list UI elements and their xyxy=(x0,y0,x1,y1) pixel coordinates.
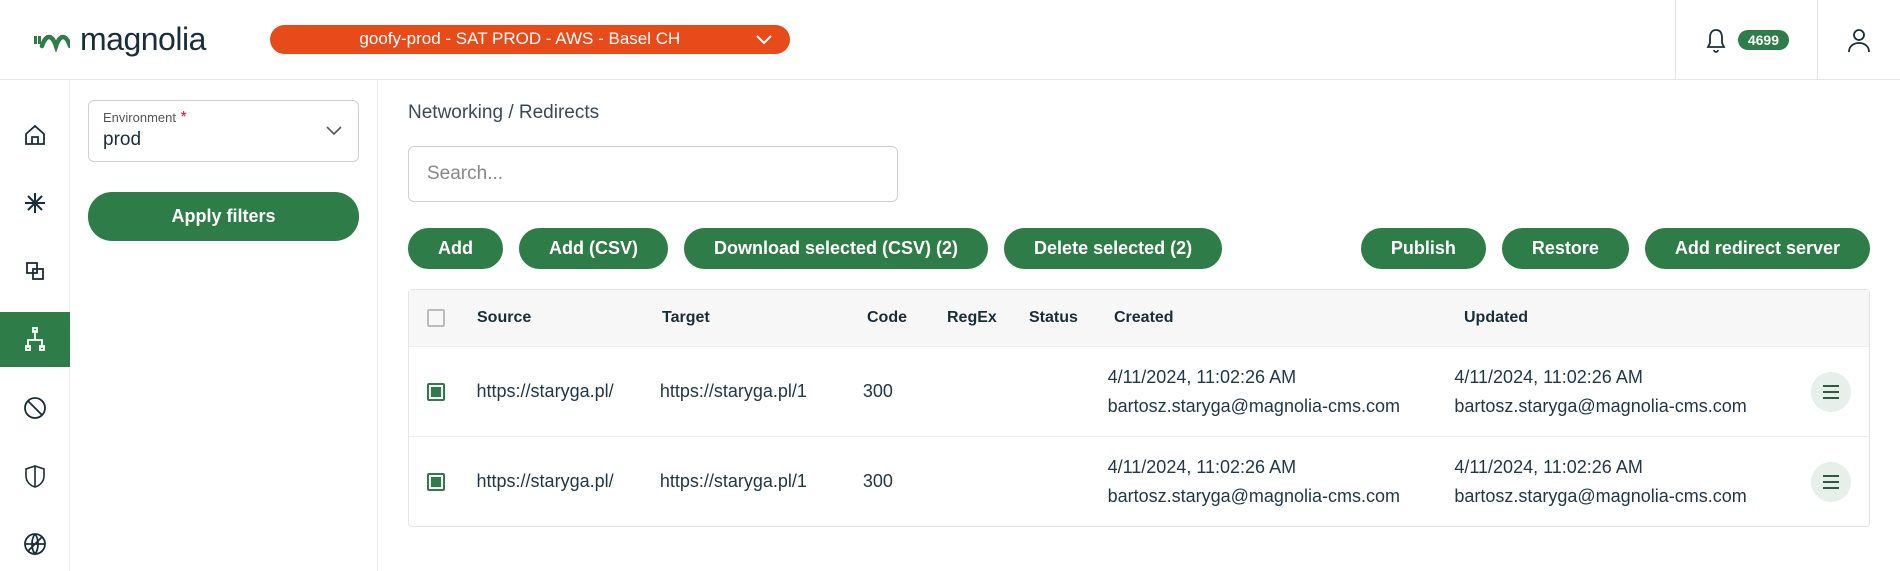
nav-globe-x[interactable] xyxy=(0,517,70,571)
col-regex: RegEx xyxy=(947,309,1029,327)
main-content: Networking / Redirects Add Add (CSV) Dow… xyxy=(378,80,1900,571)
col-target: Target xyxy=(662,309,867,327)
updated-date: 4/11/2024, 11:02:26 AM xyxy=(1454,455,1811,479)
redirects-table: Source Target Code RegEx Status Created … xyxy=(408,289,1870,527)
created-date: 4/11/2024, 11:02:26 AM xyxy=(1108,365,1455,389)
download-selected-button[interactable]: Download selected (CSV) (2) xyxy=(684,228,988,269)
notifications[interactable]: 4699 xyxy=(1675,0,1817,79)
search-input-wrap[interactable] xyxy=(408,146,898,202)
col-updated: Updated xyxy=(1464,309,1824,327)
field-label: Environment xyxy=(103,110,176,125)
row-checkbox[interactable] xyxy=(427,383,445,401)
add-button[interactable]: Add xyxy=(408,228,503,269)
delete-selected-button[interactable]: Delete selected (2) xyxy=(1004,228,1222,269)
user-menu[interactable] xyxy=(1817,0,1900,79)
environment-selector[interactable]: goofy-prod - SAT PROD - AWS - Basel CH xyxy=(270,25,790,54)
nav-globe-blocked[interactable] xyxy=(0,381,70,435)
chevron-down-icon xyxy=(756,35,772,45)
nav-shield[interactable] xyxy=(0,449,70,503)
logo[interactable]: magnolia xyxy=(0,21,240,58)
search-input[interactable] xyxy=(427,163,879,185)
user-icon xyxy=(1846,27,1872,53)
table-row[interactable]: https://staryga.pl/ https://staryga.pl/1… xyxy=(409,346,1869,436)
created-by: bartosz.staryga@magnolia-cms.com xyxy=(1108,484,1455,508)
logo-icon xyxy=(34,28,70,52)
updated-date: 4/11/2024, 11:02:26 AM xyxy=(1454,365,1811,389)
nav-asterisk[interactable] xyxy=(0,176,70,230)
cell-source: https://staryga.pl/ xyxy=(477,381,660,402)
notification-count: 4699 xyxy=(1738,30,1789,50)
row-menu-button[interactable] xyxy=(1811,372,1851,412)
col-created: Created xyxy=(1114,309,1464,327)
environment-label: goofy-prod - SAT PROD - AWS - Basel CH xyxy=(359,29,680,48)
action-toolbar: Add Add (CSV) Download selected (CSV) (2… xyxy=(408,228,1870,269)
updated-by: bartosz.staryga@magnolia-cms.com xyxy=(1454,394,1811,418)
nav-home[interactable] xyxy=(0,108,70,162)
bell-icon xyxy=(1704,27,1728,53)
field-value: prod xyxy=(103,129,344,151)
cell-code: 300 xyxy=(863,471,942,492)
created-date: 4/11/2024, 11:02:26 AM xyxy=(1108,455,1455,479)
col-source: Source xyxy=(477,309,662,327)
nav-networking[interactable] xyxy=(0,312,70,366)
cell-created: 4/11/2024, 11:02:26 AM bartosz.staryga@m… xyxy=(1108,365,1455,418)
cell-target: https://staryga.pl/1 xyxy=(660,381,863,402)
updated-by: bartosz.staryga@magnolia-cms.com xyxy=(1454,484,1811,508)
restore-button[interactable]: Restore xyxy=(1502,228,1629,269)
add-csv-button[interactable]: Add (CSV) xyxy=(519,228,668,269)
cell-updated: 4/11/2024, 11:02:26 AM bartosz.staryga@m… xyxy=(1454,455,1811,508)
menu-icon xyxy=(1821,474,1841,490)
cell-source: https://staryga.pl/ xyxy=(477,471,660,492)
cell-code: 300 xyxy=(863,381,942,402)
nav-layers[interactable] xyxy=(0,244,70,298)
chevron-down-icon xyxy=(326,126,342,136)
logo-text: magnolia xyxy=(80,21,206,58)
cell-created: 4/11/2024, 11:02:26 AM bartosz.staryga@m… xyxy=(1108,455,1455,508)
row-checkbox[interactable] xyxy=(427,473,445,491)
nav-rail xyxy=(0,80,70,571)
breadcrumb: Networking / Redirects xyxy=(408,102,1870,124)
table-header: Source Target Code RegEx Status Created … xyxy=(409,290,1869,346)
created-by: bartosz.staryga@magnolia-cms.com xyxy=(1108,394,1455,418)
topbar: magnolia goofy-prod - SAT PROD - AWS - B… xyxy=(0,0,1900,80)
add-redirect-server-button[interactable]: Add redirect server xyxy=(1645,228,1870,269)
cell-target: https://staryga.pl/1 xyxy=(660,471,863,492)
menu-icon xyxy=(1821,384,1841,400)
publish-button[interactable]: Publish xyxy=(1361,228,1486,269)
required-mark: * xyxy=(180,109,186,126)
row-menu-button[interactable] xyxy=(1811,462,1851,502)
select-all-checkbox[interactable] xyxy=(427,309,445,327)
environment-select[interactable]: Environment * prod xyxy=(88,100,359,162)
col-status: Status xyxy=(1029,309,1114,327)
filter-panel: Environment * prod Apply filters xyxy=(70,80,378,571)
cell-updated: 4/11/2024, 11:02:26 AM bartosz.staryga@m… xyxy=(1454,365,1811,418)
col-code: Code xyxy=(867,309,947,327)
table-row[interactable]: https://staryga.pl/ https://staryga.pl/1… xyxy=(409,436,1869,526)
apply-filters-button[interactable]: Apply filters xyxy=(88,192,359,241)
